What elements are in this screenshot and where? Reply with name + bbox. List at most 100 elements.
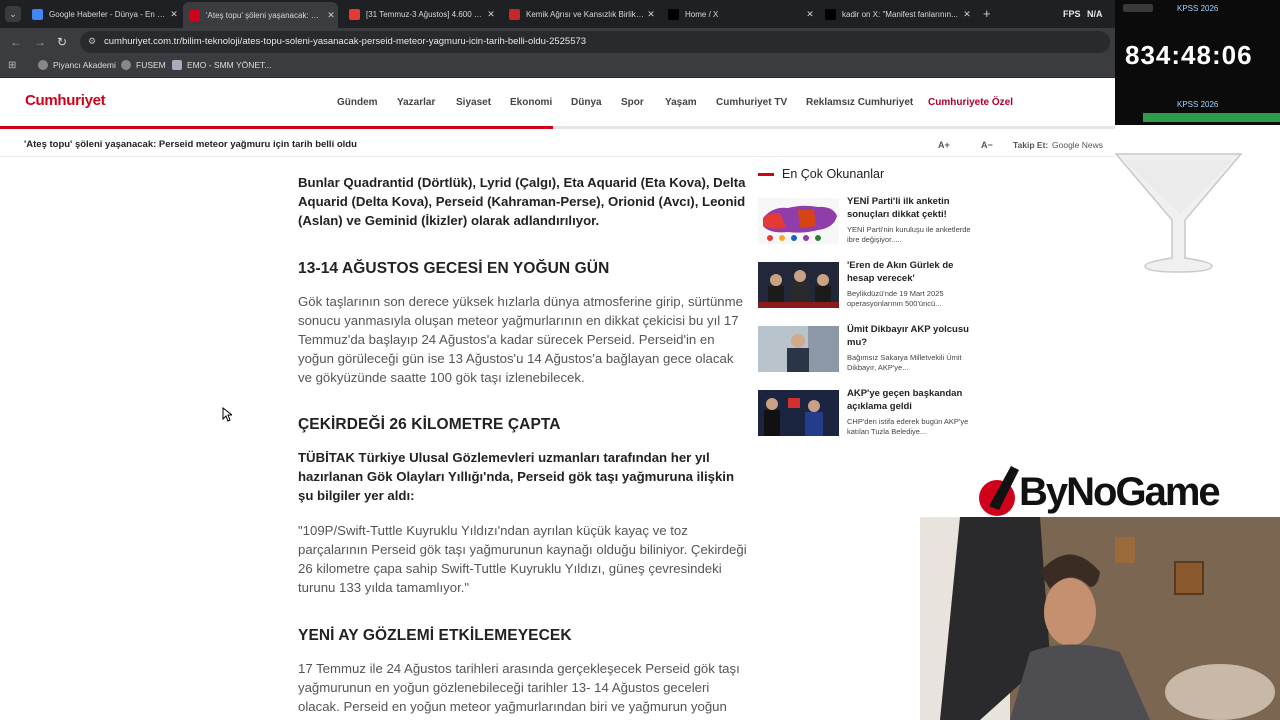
news-thumbnail[interactable] <box>758 326 839 372</box>
sticky-article-title: 'Ateş topu' şöleni yaşanacak: Perseid me… <box>24 139 357 150</box>
nav-cumhuriyet-tv[interactable]: Cumhuriyet TV <box>716 97 787 108</box>
reading-progress-bar <box>0 126 1115 129</box>
news-item-summary: Beylikdüzü'nde 19 Mart 2025 operasyonlar… <box>847 289 944 308</box>
fps-value: N/A <box>1087 9 1103 19</box>
bookmark-label: Piyancı Akademi <box>53 60 116 70</box>
browser-tab[interactable]: kadir on X: "Manifest fanlarının... ✕ <box>819 4 974 24</box>
reload-icon[interactable]: ↻ <box>57 35 67 49</box>
article-sticky-bar: 'Ateş topu' şöleni yaşanacak: Perseid me… <box>0 133 1115 157</box>
back-icon[interactable]: ← <box>10 35 22 49</box>
article-paragraph-1: Bunlar Quadrantid (Dörtlük), Lyrid (Çalg… <box>298 175 746 228</box>
article-heading-2: ÇEKİRDEĞİ 26 KİLOMETRE ÇAPTA <box>298 416 561 433</box>
site-logo[interactable]: Cumhuriyet <box>25 92 106 109</box>
fps-label: FPS <box>1063 9 1081 19</box>
bookmark-fusem[interactable]: FUSEM <box>121 60 166 70</box>
bookmark-label: EMO - SMM YÖNET... <box>187 60 272 70</box>
nav-ekonomi[interactable]: Ekonomi <box>510 97 552 108</box>
nav-reklamsiz[interactable]: Reklamsız Cumhuriyet <box>806 97 913 108</box>
close-tab-icon[interactable]: ✕ <box>167 9 181 20</box>
x-icon <box>825 8 836 20</box>
webcam-feed-image <box>920 517 1280 720</box>
article-heading-3: YENİ AY GÖZLEMİ ETKİLEMEYECEK <box>298 627 572 644</box>
countdown-progress-bar <box>1143 113 1280 122</box>
close-tab-icon[interactable]: ✕ <box>324 10 338 21</box>
turkey-map-image <box>758 198 839 244</box>
browser-tab[interactable]: Google Haberler - Dünya - En y... ✕ <box>26 4 181 24</box>
tab-title: kadir on X: "Manifest fanlarının... <box>842 9 958 19</box>
follow-label: Takip Et: <box>1013 140 1049 150</box>
politician-photo-image <box>758 326 839 372</box>
tab-title: Google Haberler - Dünya - En y... <box>49 9 167 19</box>
nav-gundem[interactable]: Gündem <box>337 97 378 108</box>
countdown-overlay: KPSS 2026 834:48:06 KPSS 2026 <box>1115 0 1280 125</box>
forward-icon[interactable]: → <box>34 35 46 49</box>
bookmark-piyanci[interactable]: Piyancı Akademi <box>38 60 116 70</box>
close-tab-icon[interactable]: ✕ <box>960 9 974 20</box>
news-item-title[interactable]: YENİ Parti'li ilk anketin sonuçları dikk… <box>847 195 972 221</box>
nav-dunya[interactable]: Dünya <box>571 97 602 108</box>
tab-title: Kemik Ağrısı ve Kansızlık Birlikte... <box>526 9 644 19</box>
p-icon <box>509 8 520 20</box>
mouse-cursor-icon <box>222 407 232 422</box>
site-info-icon[interactable]: ⚙ <box>88 36 96 47</box>
close-tab-icon[interactable]: ✕ <box>484 9 498 20</box>
url-field[interactable]: ⚙ cumhuriyet.com.tr/bilim-teknoloji/ates… <box>80 31 1110 53</box>
news-item-summary: YENİ Parti'nin kuruluşu ile anketlerde i… <box>847 225 971 244</box>
apps-icon[interactable]: ⊞ <box>8 60 16 71</box>
news-item-summary: CHP'den istifa ederek bugün AKP'ye katıl… <box>847 417 969 436</box>
tab-title: [31 Temmuz-3 Ağustos] 4.600 T... <box>366 9 484 19</box>
browser-tab[interactable]: Kemik Ağrısı ve Kansızlık Birlikte... ✕ <box>503 4 658 24</box>
browser-tab-bar: ⌄ Google Haberler - Dünya - En y... ✕ 'Ate… <box>0 0 1280 28</box>
browser-tab[interactable]: [31 Temmuz-3 Ağustos] 4.600 T... ✕ <box>343 4 498 24</box>
tab-title: 'Ateş topu' şöleni yaşanacak: Pe... <box>206 10 324 20</box>
nav-spor[interactable]: Spor <box>621 97 644 108</box>
fps-counter: FPS N/A <box>1063 9 1103 19</box>
close-tab-icon[interactable]: ✕ <box>803 9 817 20</box>
bookmarks-bar: ⊞ Piyancı Akademi FUSEM EMO - SMM YÖNET.… <box>0 56 1120 78</box>
article-paragraph-3: TÜBİTAK Türkiye Ulusal Gözlemevleri uzma… <box>298 450 735 503</box>
news-item-title[interactable]: 'Eren de Akın Gürlek de hesap verecek' <box>847 259 972 285</box>
cumhuriyet-icon <box>189 9 200 21</box>
google-news-icon <box>32 8 43 20</box>
sidebar-title: En Çok Okunanlar <box>782 167 885 181</box>
webcam-scene-image <box>920 517 1280 720</box>
emo-icon <box>172 60 182 70</box>
nav-yasam[interactable]: Yaşam <box>665 97 697 108</box>
browser-tab[interactable]: 'Ateş topu' şöleni yaşanacak: Pe... ✕ <box>183 2 338 28</box>
nav-siyaset[interactable]: Siyaset <box>456 97 491 108</box>
close-tab-icon[interactable]: ✕ <box>644 9 658 20</box>
google-news-link[interactable]: Google News <box>1052 140 1103 150</box>
ceremony-photo-image <box>758 390 839 436</box>
globe-icon <box>121 60 131 70</box>
news-item-title[interactable]: Ümit Dikbayır AKP yolcusu mu? <box>847 323 972 349</box>
reading-progress-fill <box>0 126 554 129</box>
nav-cumhuriyete-ozel[interactable]: Cumhuriyete Özel <box>928 97 1013 108</box>
tab-title: Home / X <box>685 9 719 19</box>
font-increase-button[interactable]: A+ <box>938 140 950 150</box>
nav-yazarlar[interactable]: Yazarlar <box>397 97 435 108</box>
overlay-badge <box>1123 4 1153 12</box>
bynogame-logo: ByNoGame <box>975 462 1235 520</box>
sidebar-accent-bar <box>758 173 774 176</box>
news-thumbnail[interactable] <box>758 390 839 436</box>
article-paragraph-5: 17 Temmuz ile 24 Ağustos tarihleri arası… <box>298 661 740 714</box>
bynogame-wordmark: ByNoGame <box>1019 470 1221 514</box>
article-paragraph-4: "109P/Swift-Tuttle Kuyruklu Yıldızı'ndan… <box>298 523 747 595</box>
people-photo-image <box>758 262 839 308</box>
bookmark-emo[interactable]: EMO - SMM YÖNET... <box>172 60 271 70</box>
news-thumbnail[interactable] <box>758 262 839 308</box>
new-tab-button[interactable]: + <box>983 6 991 21</box>
site-header: Cumhuriyet Gündem Yazarlar Siyaset Ekono… <box>0 81 1115 127</box>
address-bar-row: ← → ↻ ⚙ cumhuriyet.com.tr/bilim-teknoloj… <box>0 28 1120 56</box>
font-decrease-button[interactable]: A− <box>981 140 993 150</box>
countdown-top-label: KPSS 2026 <box>1177 4 1219 13</box>
news-item-title[interactable]: AKP'ye geçen başkandan açıklama geldi <box>847 387 972 413</box>
article-paragraph-2: Gök taşlarının son derece yüksek hızlarl… <box>298 294 743 385</box>
martini-glass-image <box>1114 153 1243 273</box>
bynogame-mark-icon <box>979 466 1019 516</box>
tab-search-button[interactable]: ⌄ <box>5 6 21 22</box>
url-text: cumhuriyet.com.tr/bilim-teknoloji/ates-t… <box>104 36 587 47</box>
browser-tab[interactable]: Home / X ✕ <box>662 4 817 24</box>
countdown-bottom-label: KPSS 2026 <box>1177 100 1219 109</box>
news-thumbnail[interactable] <box>758 198 839 244</box>
